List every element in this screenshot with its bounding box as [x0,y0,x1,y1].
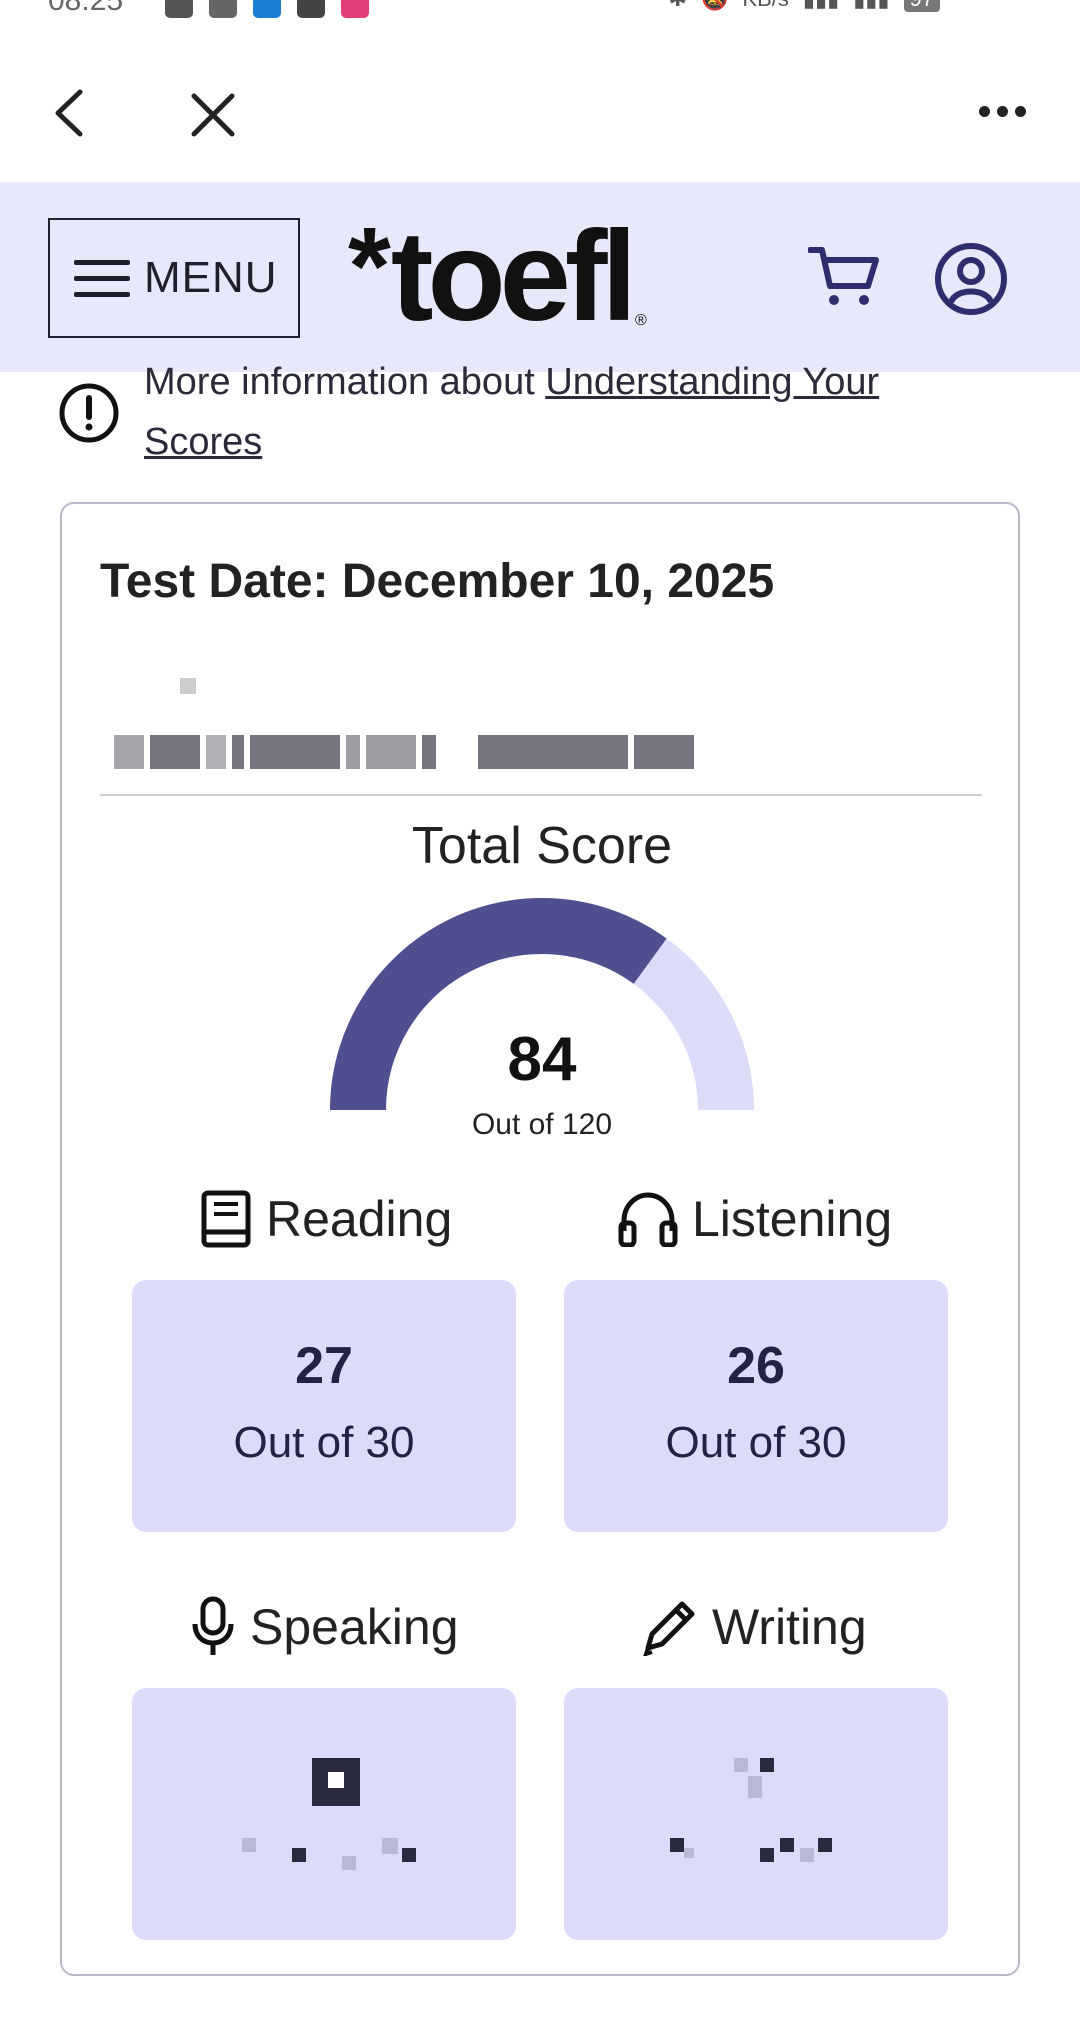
status-app-icons [165,0,369,18]
redacted-info [114,726,774,778]
reading-score-box: 27 Out of 30 [132,1280,516,1532]
total-score-value: 84 [507,1025,577,1094]
exclamation-circle-icon [59,383,119,443]
pencil-icon [643,1601,695,1656]
listening-header: Listening [618,1184,892,1254]
test-date: Test Date: December 10, 2025 [100,555,775,608]
total-score-label: Total Score [411,817,673,875]
signal-icon: ▮▮▮ [803,0,839,12]
info-prefix: More information about [144,361,546,403]
back-arrow-icon[interactable] [50,88,90,138]
mute-icon: 🔕 [701,0,728,12]
more-options-icon[interactable] [979,106,1026,117]
app-notification-icon [165,0,193,18]
headphones-icon [618,1192,678,1247]
bluetooth-icon: ✱ [669,0,687,12]
listening-score-box: 26 Out of 30 [564,1280,948,1532]
site-header: MENU * toefl ® [0,182,1080,372]
reading-header: Reading [200,1184,452,1254]
logo-asterisk: * [348,205,391,328]
cart-icon[interactable] [808,244,880,310]
reading-label: Reading [266,1191,453,1247]
close-icon[interactable] [190,92,236,138]
writing-header: Writing [640,1592,867,1662]
account-icon[interactable] [934,242,1008,316]
score-info-notice: More information about Understanding You… [58,361,958,472]
status-time: 08:25 [48,0,124,17]
hamburger-icon [74,259,130,297]
speaking-header: Speaking [190,1592,459,1662]
info-text: More information about Understanding You… [144,352,964,472]
listening-score: 26 [727,1337,785,1395]
card-divider [100,794,982,796]
qq-icon [253,0,281,18]
status-indicators: ✱ 🔕 KB/s ▮▮▮ ▮▮▮ 97 [669,0,940,12]
taobao-icon [297,0,325,18]
listening-score-max: Out of 30 [665,1418,847,1467]
reading-score: 27 [295,1337,353,1395]
writing-score-box [564,1688,948,1940]
toefl-logo[interactable]: * toefl ® [348,212,647,352]
status-bar: 08:25 ✱ 🔕 KB/s ▮▮▮ ▮▮▮ 97 [0,0,1080,22]
signal-icon-2: ▮▮▮ [853,0,889,12]
menu-label: MENU [144,253,278,302]
score-card: Test Date: December 10, 2025 Total Score… [60,502,1020,1976]
redacted-mark [180,678,196,694]
app-icon [341,0,369,18]
browser-toolbar [0,22,1080,182]
wechat-icon [209,0,237,18]
logo-wordmark: toefl [390,205,637,348]
logo-registered: ® [635,312,647,329]
writing-label: Writing [712,1599,867,1655]
speaking-score-box [132,1688,516,1940]
network-speed: KB/s [742,0,788,12]
total-score-max: Out of 120 [471,1108,613,1141]
listening-label: Listening [692,1191,893,1247]
menu-button[interactable]: MENU [48,218,300,338]
battery-level: 97 [903,0,940,12]
book-icon [201,1190,251,1248]
reading-score-max: Out of 30 [233,1418,415,1467]
speaking-label: Speaking [250,1599,459,1655]
microphone-icon [192,1596,234,1655]
